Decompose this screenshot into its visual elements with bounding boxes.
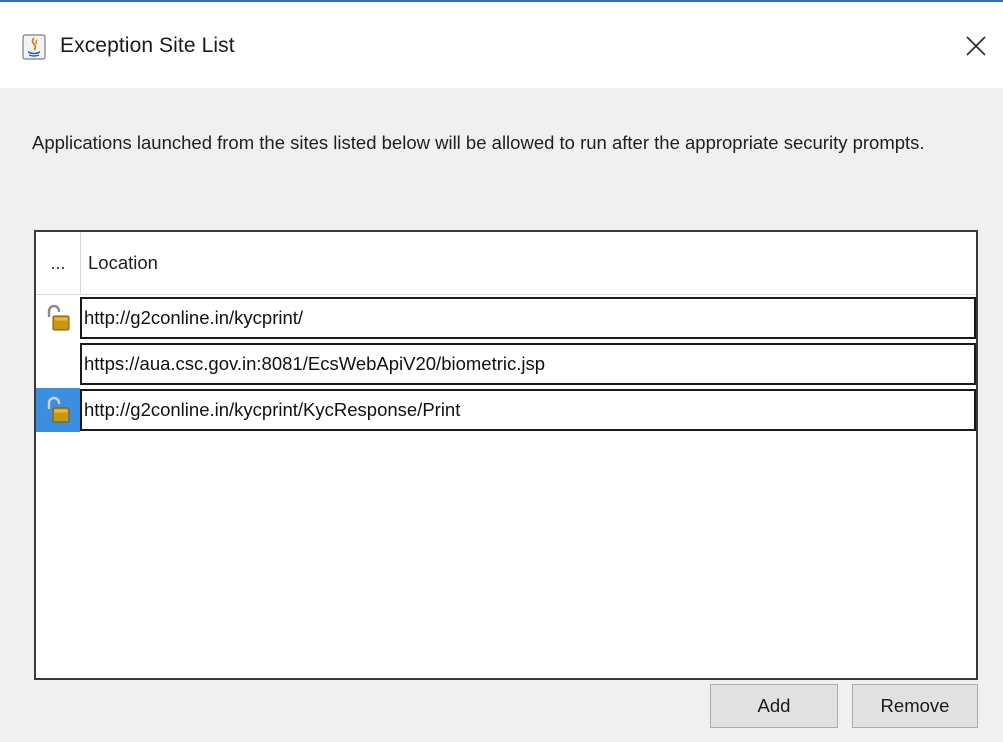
column-header-location[interactable]: Location (88, 232, 158, 294)
close-button[interactable] (958, 28, 994, 64)
add-button[interactable]: Add (710, 684, 838, 728)
java-icon (22, 34, 46, 60)
row-icon-cell (36, 342, 80, 386)
exception-site-table[interactable]: ... Location http://g2conline.in/kycprin… (34, 230, 978, 680)
unlocked-padlock-icon (36, 388, 80, 432)
title-bar: Exception Site List (0, 0, 1003, 88)
exception-site-list-dialog: Exception Site List Applications launche… (0, 0, 1003, 742)
location-field[interactable]: http://g2conline.in/kycprint/ (80, 297, 976, 339)
table-row[interactable]: http://g2conline.in/kycprint/ (36, 296, 976, 340)
column-header-icon[interactable]: ... (36, 232, 81, 294)
description-text: Applications launched from the sites lis… (32, 132, 925, 153)
dialog-content: Applications launched from the sites lis… (0, 88, 1003, 742)
window-title: Exception Site List (60, 34, 235, 57)
unlocked-padlock-icon (36, 296, 80, 340)
close-icon (966, 36, 986, 56)
table-header: ... Location (36, 232, 976, 295)
remove-button[interactable]: Remove (852, 684, 978, 728)
table-row[interactable]: http://g2conline.in/kycprint/KycResponse… (36, 388, 976, 432)
location-field[interactable]: http://g2conline.in/kycprint/KycResponse… (80, 389, 976, 431)
table-row[interactable]: https://aua.csc.gov.in:8081/EcsWebApiV20… (36, 342, 976, 386)
location-field[interactable]: https://aua.csc.gov.in:8081/EcsWebApiV20… (80, 343, 976, 385)
